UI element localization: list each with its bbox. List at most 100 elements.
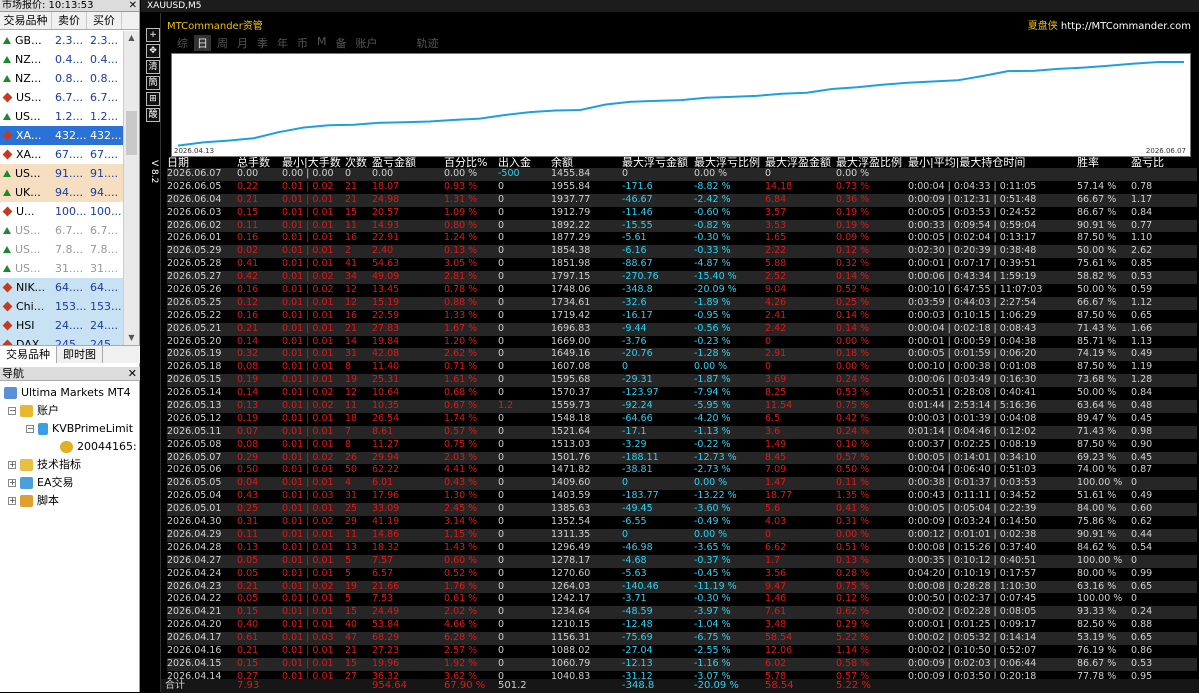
cell-balance: 1242.17 (551, 593, 591, 605)
cell-count: 8 (345, 361, 352, 373)
cell-float_loss: -9.44 (622, 322, 647, 334)
cell-lots: 0.40 (237, 619, 259, 631)
market-watch-row[interactable]: Chi... 153.... 153.... (0, 297, 123, 316)
tab-9[interactable]: 账户 (356, 35, 378, 51)
market-watch-row[interactable]: US... 7.8... 7.8... (0, 240, 123, 259)
nav-root[interactable]: Ultima Markets MT4 (0, 384, 140, 402)
cell-lots: 0.05 (237, 567, 259, 579)
chart-window[interactable]: XAUUSD,M5 + ✥ 清簡 ⊞ 酸 V 8.2 MTCommander资管 夏盘侠… (141, 0, 1199, 693)
tool-button-4[interactable]: ⊞ (146, 92, 160, 106)
market-watch-row[interactable]: HSI 24.... 24.... (0, 316, 123, 335)
tab-5[interactable]: 年 (277, 35, 288, 51)
cell-float_loss_pct: -3.65 % (694, 541, 731, 553)
expand-icon[interactable]: + (8, 479, 16, 487)
cell-float_loss_pct: -0.30 % (694, 232, 731, 244)
tool-button-5[interactable]: 酸 (146, 108, 160, 122)
tool-button-0[interactable]: + (146, 28, 160, 42)
tab-7[interactable]: M (317, 35, 327, 51)
scroll-down-icon[interactable]: ▼ (124, 331, 139, 345)
cell-float_profit: 11.54 (765, 400, 793, 412)
market-watch-row[interactable]: US... 6.7... 6.7... (0, 88, 123, 107)
scroll-thumb[interactable] (126, 111, 137, 155)
tab-2[interactable]: 周 (217, 35, 228, 51)
cell-date: 2026.06.04 (167, 193, 222, 205)
market-watch-list: GB... 2.3... 2.3... NZ... 0.4... 0.4... NZ... 0… (0, 31, 123, 345)
cell-pnl: 11.40 (372, 361, 400, 373)
cell-hold: 0:00:04 | 0:02:18 | 0:08:43 (908, 322, 1037, 334)
tool-button-1[interactable]: ✥ (146, 44, 160, 58)
market-watch-scrollbar[interactable]: ▲ ▼ (123, 31, 139, 345)
arrow-up-icon (3, 37, 11, 44)
market-watch-row[interactable]: XA... 432... 432... (0, 126, 123, 145)
nav-server[interactable]: − KVBPrimeLimit (0, 420, 140, 438)
market-watch-row[interactable]: US... 91.... 91.... (0, 164, 123, 183)
symbol-name: HSI (16, 319, 35, 332)
market-watch-row[interactable]: U... 100.... 100.... (0, 202, 123, 221)
symbol-name: US... (15, 167, 41, 180)
tool-button-3[interactable]: 簡 (146, 76, 160, 90)
cell-pct: 2.03 % (444, 451, 478, 463)
cell-date: 2026.05.29 (167, 245, 222, 257)
market-watch-row[interactable]: NIK... 64.... 64.... (0, 278, 123, 297)
scroll-up-icon[interactable]: ▲ (124, 31, 139, 45)
nav-account[interactable]: 20044165: (0, 438, 140, 456)
market-watch-row[interactable]: US... 6.7... 6.7... (0, 221, 123, 240)
tab-6[interactable]: 币 (297, 35, 308, 51)
cell-balance: 1851.98 (551, 258, 591, 270)
symbol-cell: U... (0, 202, 52, 221)
cell-winrate: 71.43 % (1077, 425, 1117, 437)
collapse-icon[interactable]: − (8, 407, 16, 415)
col-bid[interactable]: 卖价 (52, 12, 87, 29)
site-url[interactable]: http://MTCommander.com (1061, 21, 1191, 32)
cell-count: 2 (345, 245, 352, 257)
nav-indicators[interactable]: + 技术指标 (0, 456, 140, 474)
nav-accounts[interactable]: − 账户 (0, 402, 140, 420)
cell-pct: 1.76 % (444, 580, 478, 592)
experts-icon (20, 477, 33, 489)
close-icon[interactable]: ✕ (128, 367, 137, 381)
tab-4[interactable]: 季 (257, 35, 268, 51)
tab-8[interactable]: 备 (336, 35, 347, 51)
cell-pct: 1.09 % (444, 206, 478, 218)
market-watch-row[interactable]: GB... 2.3... 2.3... (0, 31, 123, 50)
site-link[interactable]: 夏盘侠 http://MTCommander.com (1028, 17, 1191, 32)
nav-scripts[interactable]: + 脚本 (0, 492, 140, 510)
market-watch-row[interactable]: XA... 67.... 67.... (0, 145, 123, 164)
tab-0[interactable]: 综 (177, 35, 188, 51)
cell-float_profit_pct: 0.11 % (836, 477, 870, 489)
brand-label: MTCommander资管 (167, 21, 263, 32)
market-watch-row[interactable]: US... 31.... 31.... (0, 259, 123, 278)
cell-date: 2026.05.20 (167, 335, 222, 347)
cell-count: 21 (345, 644, 358, 656)
cell-minmax: 0.01 | 0.01 (282, 193, 334, 205)
cell-float_profit: 1.49 (765, 438, 787, 450)
col-symbol[interactable]: 交易品种 (0, 12, 52, 29)
tab-10[interactable]: 轨迹 (417, 35, 439, 51)
tab-ticks[interactable]: 即时图 (57, 346, 103, 363)
bid-cell: 432... (55, 129, 87, 142)
market-watch-row[interactable]: DAX 245 245 (0, 335, 123, 345)
collapse-icon[interactable]: − (26, 425, 34, 433)
cell-winrate: 84.00 % (1077, 503, 1117, 515)
market-watch-row[interactable]: NZ... 0.8... 0.8... (0, 69, 123, 88)
ask-cell: 91.... (90, 167, 118, 180)
cell-pnl: 26.54 (372, 412, 400, 424)
close-icon[interactable]: ✕ (129, 0, 137, 11)
cell-pf: 0.60 (1131, 503, 1153, 515)
tab-symbols[interactable]: 交易品种 (0, 346, 57, 363)
cell-pct: 2.57 % (444, 644, 478, 656)
nav-experts[interactable]: + EA交易 (0, 474, 140, 492)
bid-cell: 1.2... (55, 110, 83, 123)
expand-icon[interactable]: + (8, 497, 16, 505)
market-watch-row[interactable]: US... 1.2... 1.2... (0, 107, 123, 126)
market-watch-row[interactable]: UK... 94.... 94.... (0, 183, 123, 202)
cell-date: 2026.04.22 (167, 593, 222, 605)
market-watch-row[interactable]: NZ... 0.4... 0.4... (0, 50, 123, 69)
cell-float_profit_pct: 0.13 % (836, 554, 870, 566)
tab-3[interactable]: 月 (237, 35, 248, 51)
tab-1[interactable]: 日 (194, 35, 211, 51)
tool-button-2[interactable]: 清 (146, 60, 160, 74)
col-ask[interactable]: 买价 (87, 12, 122, 29)
symbol-cell: XA... (0, 145, 52, 164)
expand-icon[interactable]: + (8, 461, 16, 469)
